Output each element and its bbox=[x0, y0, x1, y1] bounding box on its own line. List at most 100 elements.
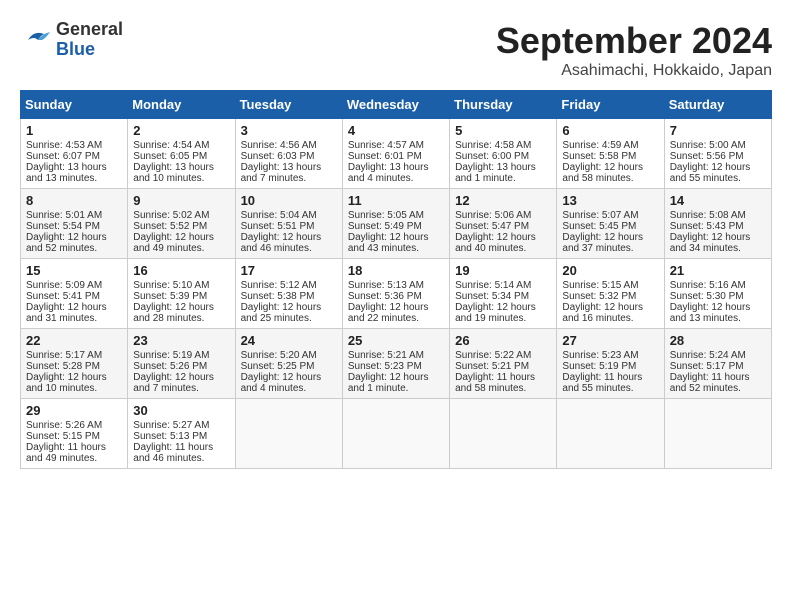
day-info: Daylight: 12 hours bbox=[348, 232, 444, 243]
day-info: Sunrise: 5:00 AM bbox=[670, 140, 766, 151]
day-info: Sunrise: 4:53 AM bbox=[26, 140, 122, 151]
day-info: Daylight: 12 hours bbox=[562, 302, 658, 313]
day-number: 26 bbox=[455, 333, 551, 348]
calendar-week-row: 22Sunrise: 5:17 AMSunset: 5:28 PMDayligh… bbox=[21, 329, 772, 399]
day-info: Sunrise: 5:19 AM bbox=[133, 350, 229, 361]
calendar-cell: 5Sunrise: 4:58 AMSunset: 6:00 PMDaylight… bbox=[450, 119, 557, 189]
day-info: Daylight: 12 hours bbox=[26, 372, 122, 383]
day-info: Daylight: 12 hours bbox=[562, 232, 658, 243]
calendar-cell: 13Sunrise: 5:07 AMSunset: 5:45 PMDayligh… bbox=[557, 189, 664, 259]
col-sunday: Sunday bbox=[21, 91, 128, 119]
day-info: Sunrise: 5:24 AM bbox=[670, 350, 766, 361]
day-number: 18 bbox=[348, 263, 444, 278]
day-info: Daylight: 12 hours bbox=[562, 162, 658, 173]
day-info: Daylight: 13 hours bbox=[241, 162, 337, 173]
day-info: Sunset: 5:34 PM bbox=[455, 291, 551, 302]
day-info: Sunset: 5:13 PM bbox=[133, 431, 229, 442]
calendar-week-row: 29Sunrise: 5:26 AMSunset: 5:15 PMDayligh… bbox=[21, 399, 772, 469]
day-info: Sunset: 5:58 PM bbox=[562, 151, 658, 162]
day-info: and 13 minutes. bbox=[26, 173, 122, 184]
day-info: and 7 minutes. bbox=[133, 383, 229, 394]
day-info: and 1 minute. bbox=[455, 173, 551, 184]
day-info: Sunrise: 5:02 AM bbox=[133, 210, 229, 221]
calendar-cell: 2Sunrise: 4:54 AMSunset: 6:05 PMDaylight… bbox=[128, 119, 235, 189]
day-info: Daylight: 11 hours bbox=[26, 442, 122, 453]
day-info: Sunset: 5:39 PM bbox=[133, 291, 229, 302]
day-info: Sunrise: 5:10 AM bbox=[133, 280, 229, 291]
calendar-cell: 21Sunrise: 5:16 AMSunset: 5:30 PMDayligh… bbox=[664, 259, 771, 329]
calendar-cell: 8Sunrise: 5:01 AMSunset: 5:54 PMDaylight… bbox=[21, 189, 128, 259]
day-number: 25 bbox=[348, 333, 444, 348]
day-info: Sunset: 6:07 PM bbox=[26, 151, 122, 162]
day-info: and 1 minute. bbox=[348, 383, 444, 394]
calendar-cell: 20Sunrise: 5:15 AMSunset: 5:32 PMDayligh… bbox=[557, 259, 664, 329]
day-info: Sunrise: 5:08 AM bbox=[670, 210, 766, 221]
day-info: and 7 minutes. bbox=[241, 173, 337, 184]
day-info: Sunset: 5:17 PM bbox=[670, 361, 766, 372]
day-info: Sunset: 5:19 PM bbox=[562, 361, 658, 372]
day-info: Daylight: 12 hours bbox=[348, 372, 444, 383]
day-info: Daylight: 12 hours bbox=[670, 232, 766, 243]
logo-text-blue: Blue bbox=[56, 40, 123, 60]
col-tuesday: Tuesday bbox=[235, 91, 342, 119]
day-info: and 31 minutes. bbox=[26, 313, 122, 324]
day-number: 29 bbox=[26, 403, 122, 418]
day-info: Sunrise: 5:14 AM bbox=[455, 280, 551, 291]
day-info: and 4 minutes. bbox=[348, 173, 444, 184]
calendar-cell: 27Sunrise: 5:23 AMSunset: 5:19 PMDayligh… bbox=[557, 329, 664, 399]
calendar-cell: 1 Sunrise: 4:53 AMSunset: 6:07 PMDaylight… bbox=[21, 119, 128, 189]
day-info: Daylight: 13 hours bbox=[348, 162, 444, 173]
day-number: 2 bbox=[133, 123, 229, 138]
day-info: Sunrise: 5:26 AM bbox=[26, 420, 122, 431]
day-info: and 46 minutes. bbox=[133, 453, 229, 464]
col-monday: Monday bbox=[128, 91, 235, 119]
day-info: Sunrise: 5:05 AM bbox=[348, 210, 444, 221]
day-info: Sunrise: 5:21 AM bbox=[348, 350, 444, 361]
day-info: Daylight: 12 hours bbox=[133, 232, 229, 243]
calendar-cell: 18Sunrise: 5:13 AMSunset: 5:36 PMDayligh… bbox=[342, 259, 449, 329]
day-number: 5 bbox=[455, 123, 551, 138]
col-friday: Friday bbox=[557, 91, 664, 119]
calendar-cell: 23Sunrise: 5:19 AMSunset: 5:26 PMDayligh… bbox=[128, 329, 235, 399]
day-number: 27 bbox=[562, 333, 658, 348]
day-number: 7 bbox=[670, 123, 766, 138]
day-info: Sunset: 5:26 PM bbox=[133, 361, 229, 372]
day-info: Sunrise: 4:59 AM bbox=[562, 140, 658, 151]
calendar-week-row: 8Sunrise: 5:01 AMSunset: 5:54 PMDaylight… bbox=[21, 189, 772, 259]
day-info: and 58 minutes. bbox=[562, 173, 658, 184]
day-info: Sunrise: 5:16 AM bbox=[670, 280, 766, 291]
day-number: 8 bbox=[26, 193, 122, 208]
day-number: 1 bbox=[26, 123, 122, 138]
logo: General Blue bbox=[20, 20, 123, 60]
day-info: Sunrise: 5:20 AM bbox=[241, 350, 337, 361]
col-saturday: Saturday bbox=[664, 91, 771, 119]
day-number: 10 bbox=[241, 193, 337, 208]
calendar-cell: 28Sunrise: 5:24 AMSunset: 5:17 PMDayligh… bbox=[664, 329, 771, 399]
day-info: Sunset: 5:30 PM bbox=[670, 291, 766, 302]
day-info: and 37 minutes. bbox=[562, 243, 658, 254]
calendar-cell: 30Sunrise: 5:27 AMSunset: 5:13 PMDayligh… bbox=[128, 399, 235, 469]
day-info: Sunset: 5:54 PM bbox=[26, 221, 122, 232]
day-number: 30 bbox=[133, 403, 229, 418]
calendar-week-row: 15Sunrise: 5:09 AMSunset: 5:41 PMDayligh… bbox=[21, 259, 772, 329]
day-number: 15 bbox=[26, 263, 122, 278]
day-info: Daylight: 11 hours bbox=[455, 372, 551, 383]
day-info: Daylight: 12 hours bbox=[26, 302, 122, 313]
col-wednesday: Wednesday bbox=[342, 91, 449, 119]
day-info: Daylight: 13 hours bbox=[26, 162, 122, 173]
day-info: Sunset: 5:52 PM bbox=[133, 221, 229, 232]
calendar-cell: 22Sunrise: 5:17 AMSunset: 5:28 PMDayligh… bbox=[21, 329, 128, 399]
day-info: Sunrise: 5:15 AM bbox=[562, 280, 658, 291]
title-area: September 2024 Asahimachi, Hokkaido, Jap… bbox=[496, 20, 772, 80]
calendar-subtitle: Asahimachi, Hokkaido, Japan bbox=[496, 62, 772, 80]
calendar-cell bbox=[450, 399, 557, 469]
day-info: and 10 minutes. bbox=[26, 383, 122, 394]
day-number: 13 bbox=[562, 193, 658, 208]
day-info: Daylight: 12 hours bbox=[348, 302, 444, 313]
day-number: 12 bbox=[455, 193, 551, 208]
day-info: Sunrise: 4:54 AM bbox=[133, 140, 229, 151]
calendar-cell: 11Sunrise: 5:05 AMSunset: 5:49 PMDayligh… bbox=[342, 189, 449, 259]
calendar-cell bbox=[557, 399, 664, 469]
day-info: Sunrise: 5:07 AM bbox=[562, 210, 658, 221]
day-number: 21 bbox=[670, 263, 766, 278]
